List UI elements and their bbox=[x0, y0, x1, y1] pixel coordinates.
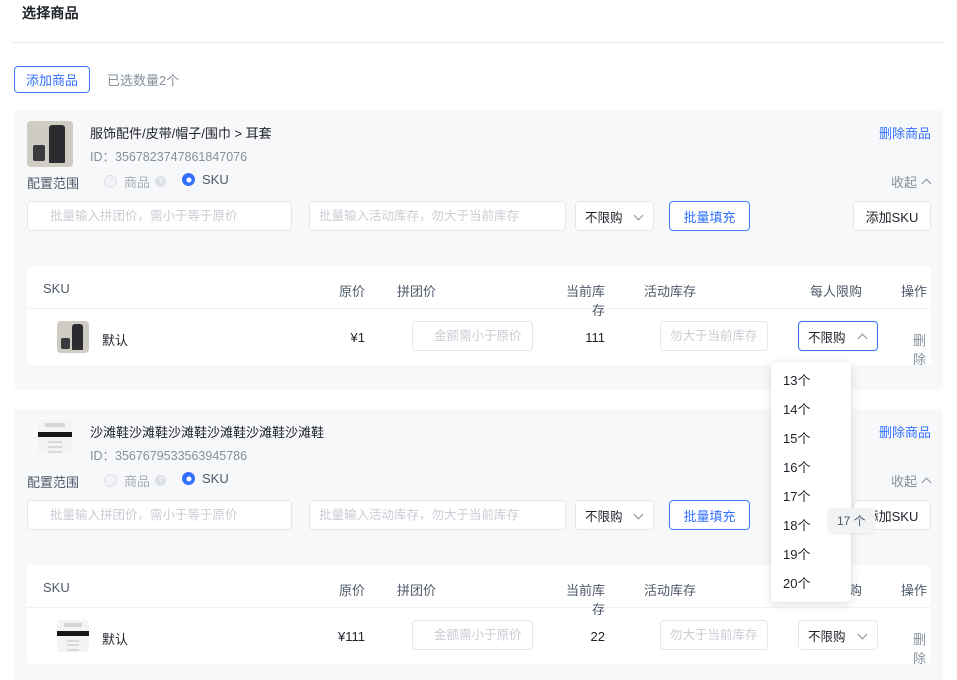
delete-product-link[interactable]: 删除商品 bbox=[879, 123, 931, 142]
scope-label: 配置范围 bbox=[27, 475, 80, 490]
radio-circle-icon bbox=[104, 474, 117, 487]
product-thumbnail bbox=[27, 121, 73, 167]
radio-selected-icon bbox=[182, 472, 195, 485]
scope-label: 配置范围 bbox=[27, 176, 80, 191]
limit-dropdown-option[interactable]: 16个 bbox=[771, 453, 851, 482]
batch-group-price-input[interactable] bbox=[27, 201, 292, 231]
sku-activity-stock-input[interactable] bbox=[660, 620, 768, 650]
th-activity-stock: 活动库存 bbox=[644, 583, 697, 598]
radio-scope-sku[interactable]: SKU bbox=[182, 172, 229, 187]
help-icon[interactable]: ? bbox=[155, 176, 167, 187]
product-card: 服饰配件/皮带/帽子/围巾 > 耳套 ID：356782374786184707… bbox=[14, 110, 943, 390]
limit-dropdown-option[interactable]: 13个 bbox=[771, 366, 851, 395]
chevron-down-icon bbox=[635, 212, 644, 221]
sku-current-stock: 111 bbox=[585, 330, 605, 345]
collapse-toggle[interactable]: 收起 bbox=[891, 471, 931, 490]
sku-activity-stock-input[interactable] bbox=[660, 321, 768, 351]
collapse-label: 收起 bbox=[890, 474, 917, 489]
product-header: 服饰配件/皮带/帽子/围巾 > 耳套 ID：356782374786184707… bbox=[14, 110, 943, 168]
radio-selected-icon bbox=[182, 173, 195, 186]
limit-dropdown-option[interactable]: 19个 bbox=[771, 540, 851, 569]
product-title: 沙滩鞋沙滩鞋沙滩鞋沙滩鞋沙滩鞋沙滩鞋 bbox=[90, 425, 325, 440]
radio-sku-label: SKU bbox=[202, 471, 229, 486]
collapse-toggle[interactable]: 收起 bbox=[891, 172, 931, 191]
batch-group-price-input[interactable] bbox=[27, 500, 292, 530]
sku-group-price-input[interactable] bbox=[412, 620, 533, 650]
radio-product-label: 商品 bbox=[124, 175, 151, 190]
add-product-button[interactable]: 添加商品 bbox=[14, 66, 91, 93]
selected-count-label: 已选数量2个 bbox=[107, 73, 180, 88]
limit-dropdown-option[interactable]: 14个 bbox=[771, 395, 851, 424]
radio-circle-icon bbox=[104, 175, 117, 188]
product-thumbnail bbox=[38, 420, 72, 454]
sku-thumbnail bbox=[57, 321, 89, 353]
sku-table: SKU 原价 拼团价 当前库存 活动库存 每人限购 操作 默认 ¥1 ¥ 111… bbox=[27, 266, 931, 368]
collapse-label: 收起 bbox=[890, 175, 917, 190]
radio-scope-product[interactable]: 商品 ? bbox=[104, 172, 167, 191]
header-divider bbox=[12, 42, 945, 43]
batch-fill-button[interactable]: 批量填充 bbox=[669, 500, 750, 530]
th-original-price: 原价 bbox=[338, 284, 365, 299]
product-id: ID：3567679533563945786 bbox=[90, 449, 248, 463]
batch-activity-stock-input[interactable] bbox=[309, 500, 566, 530]
add-sku-button[interactable]: 添加SKU bbox=[853, 201, 931, 231]
chevron-down-icon bbox=[635, 511, 644, 520]
sku-limit-value: 不限购 bbox=[808, 330, 846, 345]
sku-group-price-input[interactable] bbox=[412, 321, 533, 351]
sku-original-price: ¥111 bbox=[338, 629, 365, 644]
batch-limit-value: 不限购 bbox=[585, 509, 623, 524]
sku-name: 默认 bbox=[102, 632, 129, 647]
th-sku: SKU bbox=[43, 580, 70, 595]
limit-dropdown-menu[interactable]: 13个 14个 15个 16个 17个 18个 19个 20个 bbox=[771, 362, 851, 602]
chevron-up-icon bbox=[859, 332, 868, 341]
th-original-price: 原价 bbox=[338, 583, 365, 598]
scope-row: 配置范围 商品 ? SKU 收起 bbox=[14, 168, 943, 198]
batch-limit-select[interactable]: 不限购 bbox=[575, 500, 654, 530]
sku-table-header: SKU 原价 拼团价 当前库存 活动库存 每人限购 操作 bbox=[27, 266, 931, 318]
sku-original-price: ¥1 bbox=[350, 330, 365, 345]
product-id: ID：3567823747861847076 bbox=[90, 150, 248, 164]
th-operation: 操作 bbox=[901, 583, 928, 598]
limit-dropdown-option[interactable]: 20个 bbox=[771, 569, 851, 598]
delete-sku-link[interactable]: 删除 bbox=[913, 629, 931, 667]
table-row: 默认 ¥111 ¥ 22 不限购 删除 bbox=[27, 608, 931, 667]
batch-activity-stock-input[interactable] bbox=[309, 201, 566, 231]
chevron-up-icon bbox=[923, 178, 931, 186]
chevron-down-icon bbox=[859, 631, 868, 640]
sku-limit-value: 不限购 bbox=[808, 629, 846, 644]
chevron-up-icon bbox=[923, 477, 931, 485]
th-group-price: 拼团价 bbox=[397, 284, 437, 299]
page-title: 选择商品 bbox=[22, 5, 79, 21]
select-product-page: 选择商品 添加商品 已选数量2个 服饰配件/皮带/帽子/围巾 > 耳套 ID：3… bbox=[0, 0, 957, 680]
product-title: 服饰配件/皮带/帽子/围巾 > 耳套 bbox=[90, 126, 272, 141]
radio-product-label: 商品 bbox=[124, 474, 151, 489]
radio-scope-product[interactable]: 商品 ? bbox=[104, 471, 167, 490]
sku-thumbnail bbox=[57, 620, 89, 652]
th-activity-stock: 活动库存 bbox=[644, 284, 697, 299]
batch-fill-row: ¥ 不限购 批量填充 添加SKU bbox=[14, 198, 943, 248]
sku-name: 默认 bbox=[102, 333, 129, 348]
delete-product-link[interactable]: 删除商品 bbox=[879, 422, 931, 441]
th-operation: 操作 bbox=[901, 284, 928, 299]
th-sku: SKU bbox=[43, 281, 70, 296]
sku-current-stock: 22 bbox=[590, 629, 605, 644]
th-group-price: 拼团价 bbox=[397, 583, 437, 598]
batch-limit-value: 不限购 bbox=[585, 210, 623, 225]
radio-sku-label: SKU bbox=[202, 172, 229, 187]
table-row: 默认 ¥1 ¥ 111 不限购 删除 bbox=[27, 309, 931, 368]
batch-limit-select[interactable]: 不限购 bbox=[575, 201, 654, 231]
limit-dropdown-option[interactable]: 15个 bbox=[771, 424, 851, 453]
toolbar: 添加商品 已选数量2个 bbox=[14, 66, 179, 93]
sku-limit-select[interactable]: 不限购 bbox=[798, 620, 878, 650]
batch-fill-button[interactable]: 批量填充 bbox=[669, 201, 750, 231]
limit-dropdown-option[interactable]: 17个 bbox=[771, 482, 851, 511]
limit-tooltip: 17 个 bbox=[828, 508, 875, 533]
th-per-person-limit: 每人限购 bbox=[810, 284, 863, 299]
sku-limit-select[interactable]: 不限购 bbox=[798, 321, 878, 351]
radio-scope-sku[interactable]: SKU bbox=[182, 471, 229, 486]
delete-sku-link[interactable]: 删除 bbox=[913, 330, 931, 368]
help-icon[interactable]: ? bbox=[155, 475, 167, 486]
